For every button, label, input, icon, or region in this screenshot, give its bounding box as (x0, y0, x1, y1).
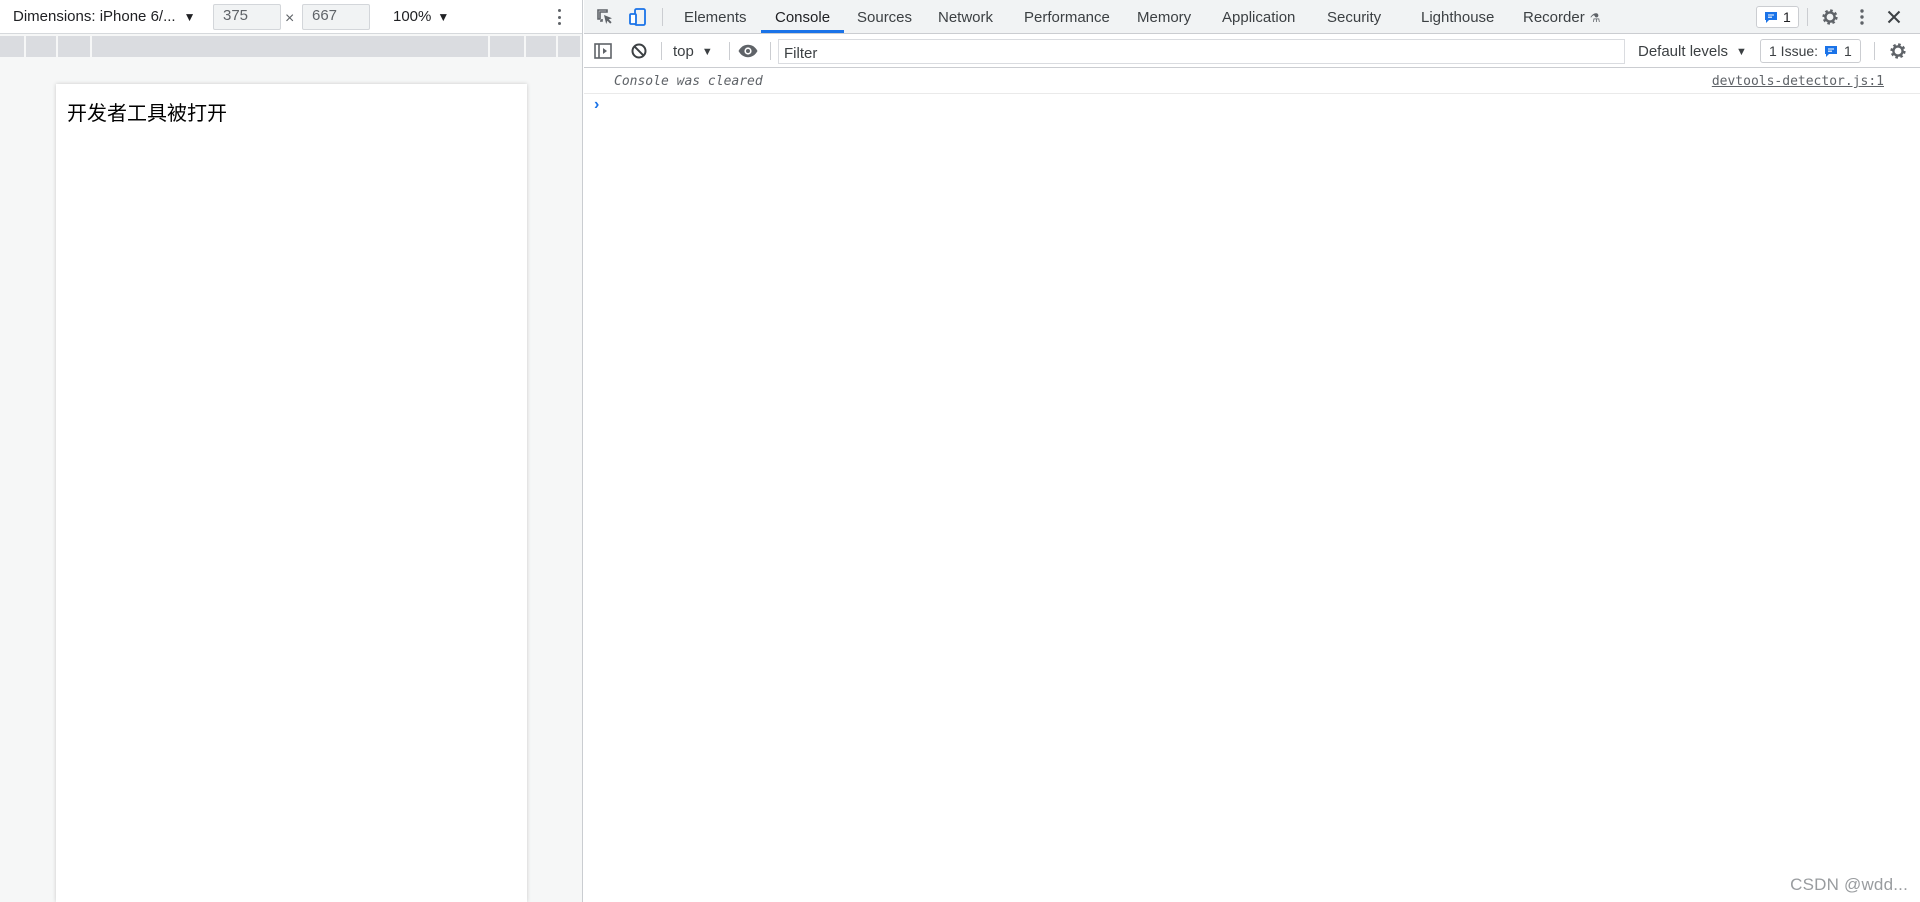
media-query-segment[interactable] (526, 36, 558, 57)
close-icon[interactable] (1884, 7, 1904, 27)
chevron-prompt-icon: › (594, 96, 600, 113)
device-viewport[interactable]: 开发者工具被打开 (56, 84, 527, 902)
chevron-down-icon: ▼ (183, 9, 196, 24)
media-query-segment[interactable] (0, 36, 26, 57)
dimensions-label: Dimensions: iPhone 6/... (13, 8, 176, 25)
more-kebab-icon[interactable] (1852, 7, 1872, 27)
console-message-row: Console was cleared devtools-detector.js… (584, 69, 1920, 94)
tab-elements[interactable]: Elements (684, 0, 747, 33)
console-toolbar: top ▼ Default levels ▼ 1 Issue: 1 (584, 34, 1920, 68)
console-source-link[interactable]: devtools-detector.js:1 (1712, 74, 1884, 89)
divider (770, 42, 771, 60)
issues-label: 1 Issue: (1769, 43, 1819, 59)
devtools-panel: Elements Console Sources Network Perform… (584, 0, 1920, 902)
tab-recorder[interactable]: Recorder ⚗ (1523, 0, 1600, 33)
divider (1807, 8, 1808, 26)
context-select[interactable]: top ▼ (673, 43, 713, 60)
more-kebab-icon[interactable] (551, 7, 567, 27)
divider (662, 8, 663, 26)
message-icon (1764, 11, 1778, 24)
media-query-segment[interactable] (490, 36, 526, 57)
page-heading: 开发者工具被打开 (67, 101, 227, 125)
device-toggle-icon[interactable] (628, 7, 648, 27)
console-output[interactable]: Console was cleared devtools-detector.js… (584, 69, 1920, 902)
log-levels-label: Default levels (1638, 43, 1729, 60)
tab-application[interactable]: Application (1222, 0, 1295, 33)
width-input[interactable]: 375 (213, 4, 281, 30)
media-query-segment[interactable] (558, 36, 582, 57)
watermark: CSDN @wdd... (1790, 875, 1908, 894)
chevron-down-icon: ▼ (701, 45, 713, 58)
tab-security[interactable]: Security (1327, 0, 1381, 33)
console-input[interactable] (614, 96, 1894, 116)
messages-count: 1 (1783, 9, 1791, 25)
tab-memory[interactable]: Memory (1137, 0, 1191, 33)
eye-icon[interactable] (737, 41, 758, 61)
messages-badge[interactable]: 1 (1756, 6, 1799, 28)
clear-console-icon[interactable] (629, 41, 649, 61)
divider (661, 42, 662, 60)
filter-input[interactable] (778, 39, 1625, 64)
tab-lighthouse[interactable]: Lighthouse (1421, 0, 1494, 33)
settings-gear-icon[interactable] (1820, 7, 1840, 27)
media-query-segment[interactable] (92, 36, 490, 57)
chevron-down-icon: ▼ (1736, 45, 1747, 58)
times-sign: × (285, 10, 295, 27)
divider (729, 42, 730, 60)
tab-network[interactable]: Network (938, 0, 993, 33)
console-message: Console was cleared (614, 74, 763, 89)
device-toolbar: Dimensions: iPhone 6/... ▼ 375 × 667 100… (0, 0, 582, 34)
console-prompt[interactable]: › (584, 94, 1920, 118)
dimensions-select[interactable]: Dimensions: iPhone 6/... ▼ (13, 8, 195, 25)
divider (1874, 42, 1875, 60)
tab-performance[interactable]: Performance (1024, 0, 1110, 33)
device-emulation-pane: Dimensions: iPhone 6/... ▼ 375 × 667 100… (0, 0, 583, 902)
settings-gear-icon[interactable] (1888, 41, 1908, 61)
zoom-label: 100% (393, 8, 432, 25)
devtools-tabbar: Elements Console Sources Network Perform… (584, 0, 1920, 34)
message-icon (1824, 45, 1838, 58)
tab-console[interactable]: Console (761, 0, 845, 33)
inspect-element-icon[interactable] (595, 7, 615, 27)
log-levels-select[interactable]: Default levels ▼ (1638, 43, 1747, 60)
height-input[interactable]: 667 (302, 4, 370, 30)
issues-button[interactable]: 1 Issue: 1 (1760, 39, 1861, 63)
media-query-segment[interactable] (58, 36, 92, 57)
tab-sources[interactable]: Sources (857, 0, 912, 33)
media-query-segment[interactable] (26, 36, 58, 57)
issues-count: 1 (1844, 43, 1852, 59)
context-label: top (673, 43, 694, 60)
sidebar-toggle-icon[interactable] (593, 41, 613, 61)
zoom-select[interactable]: 100% ▼ (393, 8, 449, 25)
recorder-flask-icon: ⚗ (1589, 11, 1601, 25)
tab-recorder-label: Recorder (1523, 9, 1585, 26)
chevron-down-icon: ▼ (437, 9, 450, 24)
media-query-bar[interactable] (0, 36, 582, 57)
